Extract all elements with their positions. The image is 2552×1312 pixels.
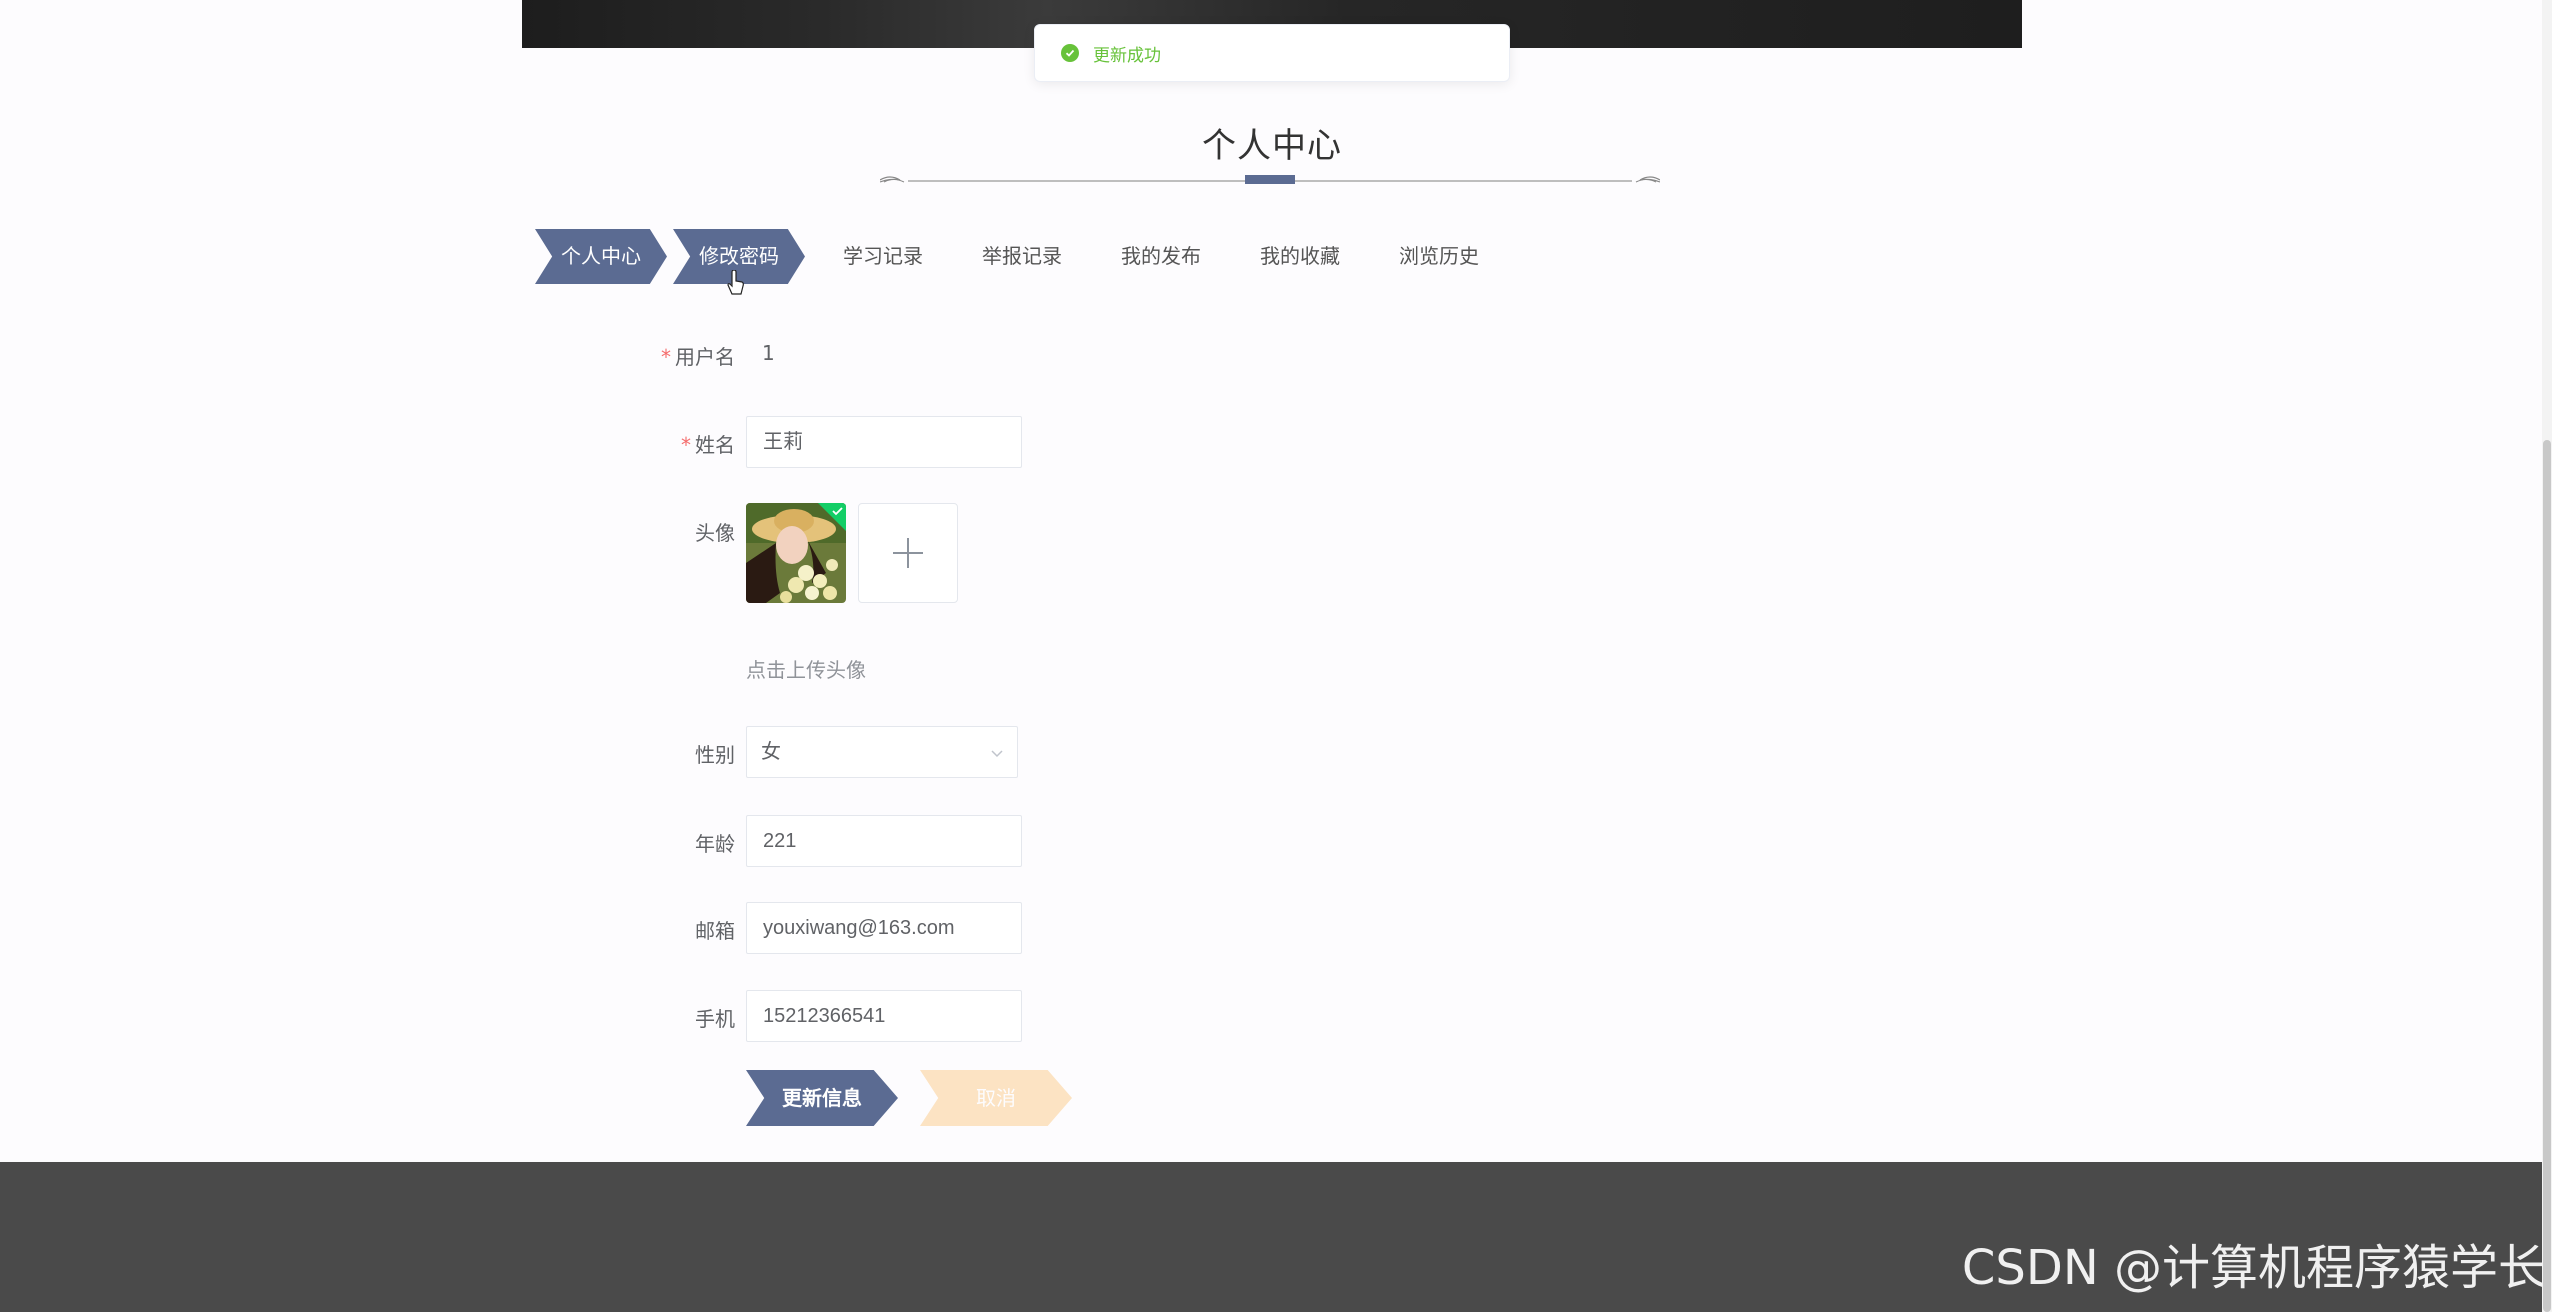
avatar-label: 头像: [695, 521, 735, 545]
age-label: 年龄: [695, 832, 735, 856]
hand-cursor-icon: [727, 270, 744, 295]
tab-browse-history[interactable]: 浏览历史: [1399, 229, 1479, 284]
success-check-icon: [1061, 44, 1079, 62]
upload-success-check-icon: [818, 503, 846, 531]
chevron-down-icon: [991, 750, 1003, 758]
gender-selected-value: 女: [761, 741, 781, 763]
watermark: CSDN @计算机程序猿学长: [1961, 1240, 2546, 1296]
success-toast: 更新成功: [1034, 24, 1510, 82]
page: 更新成功 个人中心 个人中心 修改密码 学习记录 举报记录 我的发布 我的收藏 …: [0, 0, 2552, 1312]
avatar-upload-button[interactable]: [858, 503, 958, 603]
age-input[interactable]: 221: [746, 815, 1022, 867]
gender-select[interactable]: 女: [746, 726, 1018, 778]
page-title: 个人中心: [1202, 126, 1342, 166]
required-mark: *: [661, 345, 671, 369]
email-label: 邮箱: [695, 919, 735, 943]
required-mark: *: [681, 433, 691, 457]
username-value: 1: [762, 341, 775, 365]
username-label: * 用户名: [661, 345, 735, 369]
cancel-button[interactable]: 取消: [920, 1070, 1072, 1126]
tab-my-favorites[interactable]: 我的收藏: [1260, 229, 1340, 284]
tab-report-records[interactable]: 举报记录: [982, 229, 1062, 284]
name-label: * 姓名: [681, 433, 735, 457]
toast-message: 更新成功: [1093, 45, 1161, 66]
update-info-button[interactable]: 更新信息: [746, 1070, 898, 1126]
name-input[interactable]: 王莉: [746, 416, 1022, 468]
tab-personal-center[interactable]: 个人中心: [535, 229, 667, 284]
phone-input[interactable]: 15212366541: [746, 990, 1022, 1042]
tab-my-posts[interactable]: 我的发布: [1121, 229, 1201, 284]
email-input[interactable]: youxiwang@163.com: [746, 902, 1022, 954]
avatar-image[interactable]: [746, 503, 846, 603]
footer: CSDN @计算机程序猿学长: [0, 1162, 2552, 1312]
scrollbar-thumb[interactable]: [2543, 440, 2551, 1312]
plus-icon: [893, 538, 923, 568]
upload-hint: 点击上传头像: [746, 658, 866, 682]
phone-label: 手机: [695, 1007, 735, 1031]
title-divider: [880, 175, 1660, 184]
tab-study-records[interactable]: 学习记录: [843, 229, 923, 284]
gender-label: 性别: [695, 743, 735, 767]
vertical-scrollbar[interactable]: [2542, 0, 2552, 1312]
